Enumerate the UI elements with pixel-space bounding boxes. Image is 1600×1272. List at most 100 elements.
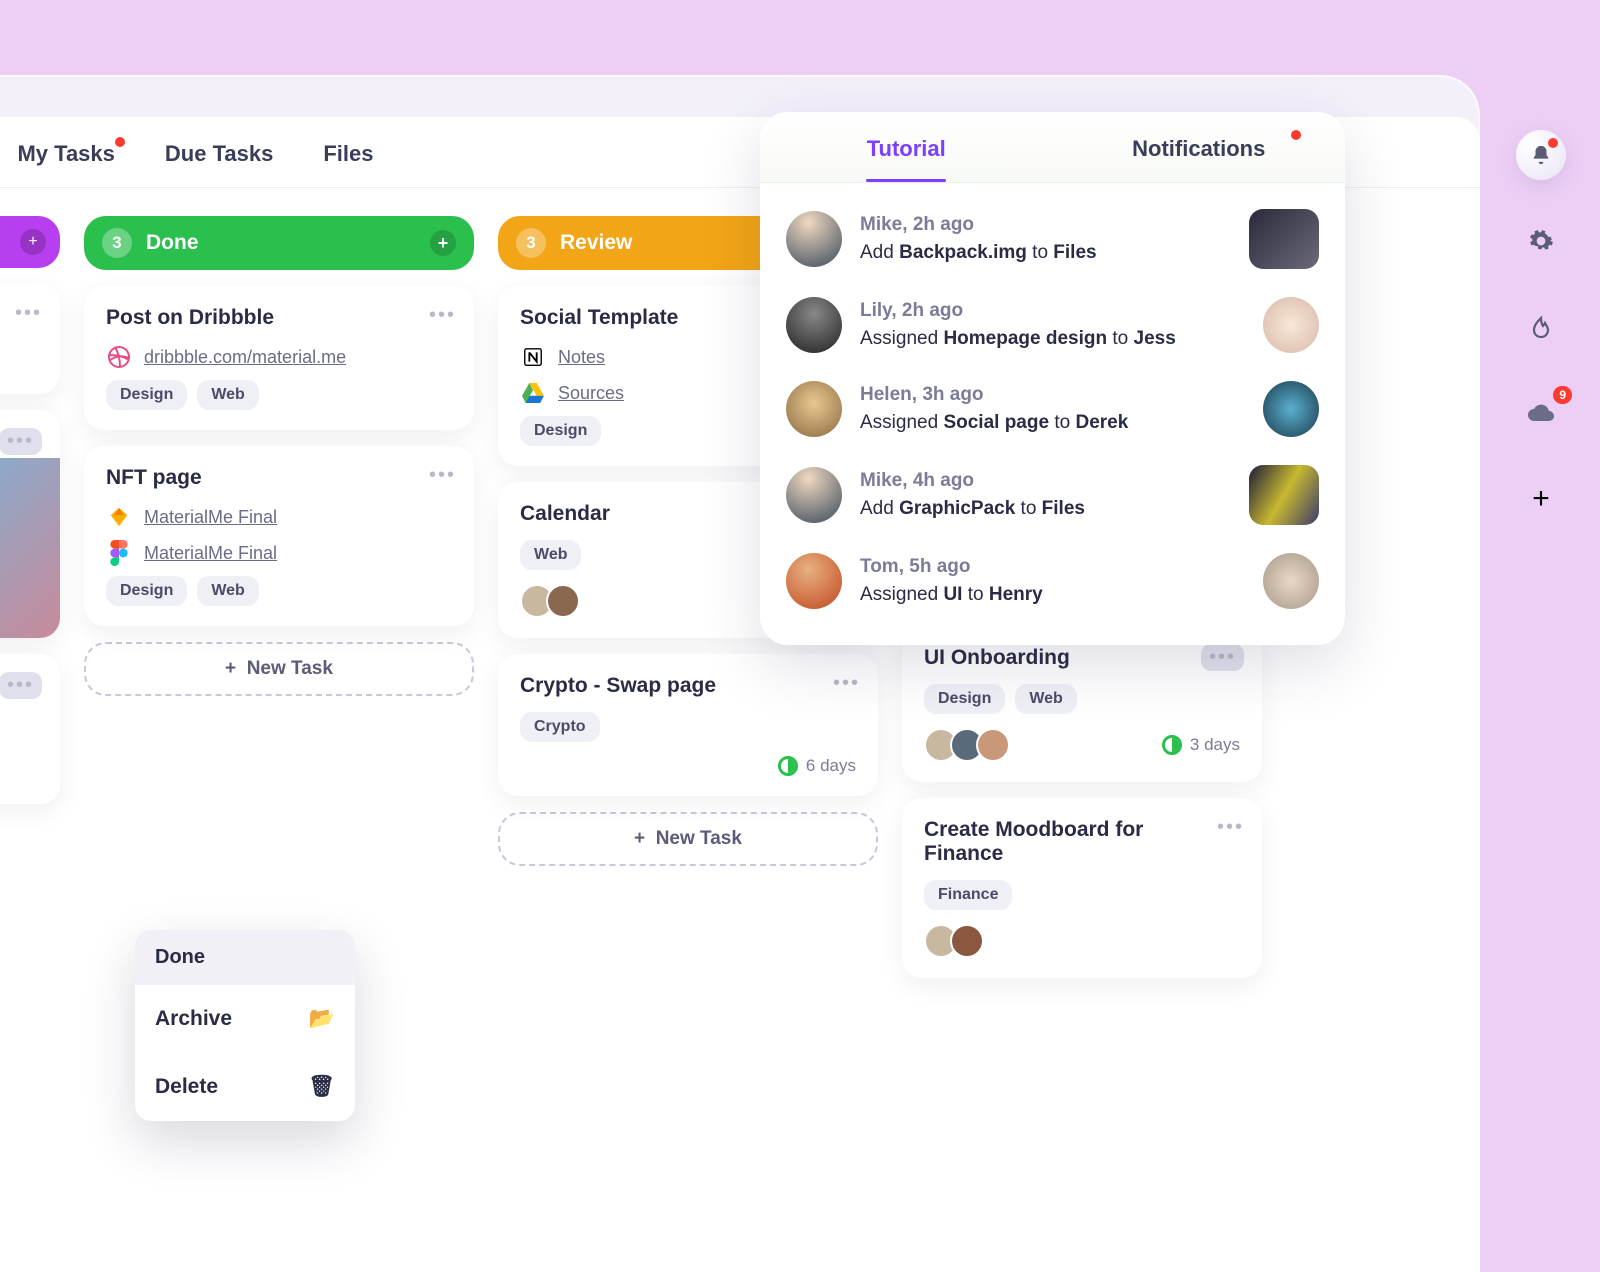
attachment-link[interactable]: MaterialMe Final [144,543,277,564]
notification-text: Assigned Homepage design to Jess [860,325,1245,353]
card-title: Crypto - Swap page [520,674,856,698]
tab-files[interactable]: Files [323,141,373,167]
sketch-icon [106,504,132,530]
card-title: Create Moodboard for Finance [924,818,1184,866]
notification-text: Add GraphicPack to Files [860,495,1231,523]
tag-design[interactable]: Design [924,684,1005,714]
right-rail: 9 + [1516,130,1566,524]
tag-web[interactable]: Web [520,540,581,570]
notification-item[interactable]: Helen, 3h agoAssigned Social page to Der… [786,367,1319,451]
dot-icon [1548,138,1558,148]
task-card-onboarding[interactable]: ••• UI Onboarding Design Web 3 days [902,626,1262,782]
context-menu-header: Done [135,930,355,985]
tab-notifications[interactable]: Notifications [1053,112,1346,182]
more-icon[interactable]: ••• [429,464,456,487]
column-header-partial[interactable]: + [0,216,60,268]
tag-design[interactable]: Design [106,576,187,606]
count-badge: 3 [516,228,546,258]
tab-due-tasks[interactable]: Due Tasks [165,141,273,167]
card-thumbnail [0,458,60,638]
plus-icon[interactable]: + [430,230,456,256]
clock-icon [778,756,798,776]
task-card-crypto[interactable]: ••• Crypto - Swap page Crypto 6 days [498,654,878,796]
notification-item[interactable]: Mike, 2h agoAdd Backpack.img to Files [786,195,1319,283]
notification-item[interactable]: Lily, 2h agoAssigned Homepage design to … [786,283,1319,367]
column-4: ••• UI Onboarding Design Web 3 days ••• … [902,626,1262,978]
context-menu-delete[interactable]: Delete🗑 [135,1053,355,1121]
task-card[interactable]: ate ••• 23 hours [0,654,60,804]
attachment-link[interactable]: Notes [558,347,605,368]
figma-icon [106,540,132,566]
badge: 9 [1553,386,1572,404]
dribbble-icon [106,344,132,370]
attachment-link[interactable]: Sources [558,383,624,404]
notification-item[interactable]: Tom, 5h agoAssigned UI to Henry [786,539,1319,623]
more-icon[interactable]: ••• [833,672,860,695]
cloud-button[interactable]: 9 [1516,388,1566,438]
tab-my-tasks[interactable]: My Tasks [17,141,114,167]
bell-icon [1530,144,1552,166]
task-card-dribbble[interactable]: ••• Post on Dribbble dribbble.com/materi… [84,286,474,430]
attachment-link[interactable]: MaterialMe Final [144,507,277,528]
notification-thumbnail [1249,465,1319,525]
tag-design[interactable]: Design [106,380,187,410]
tag-design[interactable]: Design [520,416,601,446]
column-header-done[interactable]: 3 Done + [84,216,474,270]
tag-finance[interactable]: Finance [924,880,1012,910]
tag-web[interactable]: Web [197,380,258,410]
more-icon[interactable]: ••• [0,428,42,455]
task-card-nft[interactable]: ••• NFT page MaterialMe Final MaterialMe… [84,446,474,626]
assignee-avatars[interactable] [924,728,1010,762]
notion-icon [520,344,546,370]
task-card-moodboard[interactable]: ••• Create Moodboard for Finance Finance [902,798,1262,978]
notification-text: Add Backpack.img to Files [860,239,1231,267]
avatar [786,553,842,609]
attachment-row[interactable]: MaterialMe Final [106,504,452,530]
folder-icon: 📂 [309,1007,335,1031]
count-badge: 3 [102,228,132,258]
notification-thumbnail [1263,297,1319,353]
attachment-row[interactable]: MaterialMe Final [106,540,452,566]
fire-icon [1529,314,1553,340]
more-icon[interactable]: ••• [429,304,456,327]
avatar [786,297,842,353]
plus-icon[interactable]: + [20,229,46,255]
card-title: NFT page [106,466,452,490]
avatar [786,381,842,437]
assignee-avatars[interactable] [520,584,580,618]
task-card[interactable]: ••• s [0,410,60,638]
notification-thumbnail [1249,209,1319,269]
due-label: 6 days [778,756,856,776]
notification-text: Assigned Social page to Derek [860,409,1245,437]
column-done: 3 Done + ••• Post on Dribbble dribbble.c… [84,216,474,978]
dot-icon [115,137,125,147]
fire-button[interactable] [1516,302,1566,352]
settings-button[interactable] [1516,216,1566,266]
more-icon[interactable]: ••• [1217,816,1244,839]
notification-thumbnail [1263,381,1319,437]
attachment-row[interactable]: dribbble.com/material.me [106,344,452,370]
tag-crypto[interactable]: Crypto [520,712,600,742]
add-button[interactable]: + [1516,474,1566,524]
assignee-avatars[interactable] [924,924,984,958]
avatar [786,211,842,267]
new-task-button[interactable]: + New Task [84,642,474,696]
column-partial: + ••• ••• s ate ••• 23 hours [0,216,60,978]
more-icon[interactable]: ••• [15,302,42,325]
attachment-link[interactable]: dribbble.com/material.me [144,347,346,368]
more-icon[interactable]: ••• [1201,644,1244,671]
notification-item[interactable]: Mike, 4h agoAdd GraphicPack to Files [786,451,1319,539]
new-task-button[interactable]: + New Task [498,812,878,866]
tag-web[interactable]: Web [1015,684,1076,714]
more-icon[interactable]: ••• [0,672,42,699]
tab-tutorial[interactable]: Tutorial [760,112,1053,182]
notification-text: Assigned UI to Henry [860,581,1245,609]
dot-icon [1291,130,1301,140]
context-menu-archive[interactable]: Archive📂 [135,985,355,1053]
cloud-icon [1526,402,1556,424]
card-title: UI Onboarding [924,646,1240,670]
tag-web[interactable]: Web [197,576,258,606]
context-menu: Done Archive📂 Delete🗑 [135,930,355,1121]
task-card[interactable]: ••• [0,284,60,394]
bell-button[interactable] [1516,130,1566,180]
